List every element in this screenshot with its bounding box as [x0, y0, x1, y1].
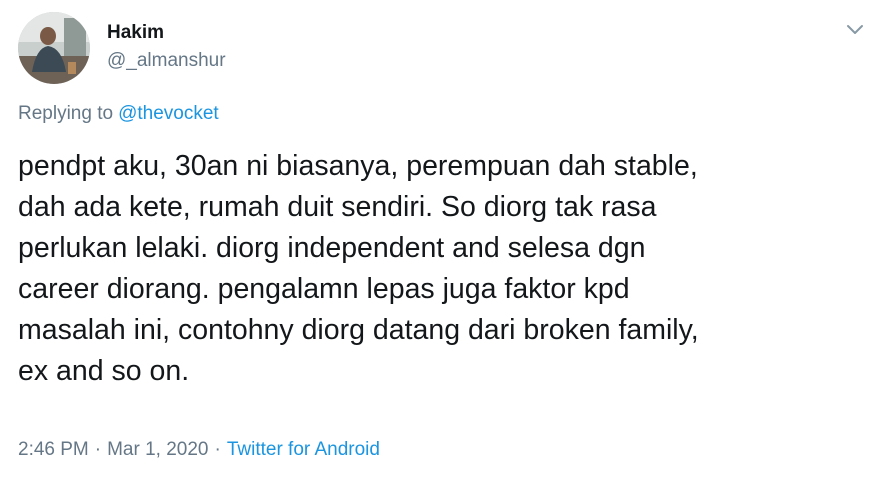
- tweet-text-line: perlukan lelaki. diorg independent and s…: [18, 232, 646, 264]
- replying-label: Replying to: [18, 103, 114, 124]
- user-handle[interactable]: @_almanshur: [107, 49, 226, 73]
- meta-separator: ·: [214, 439, 221, 460]
- tweet-text-line: pendpt aku, 30an ni biasanya, perempuan …: [18, 150, 698, 182]
- tweet-text-line: ex and so on.: [18, 355, 190, 387]
- tweet-text-line: masalah ini, contohny diorg datang dari …: [18, 314, 699, 346]
- tweet-source-link[interactable]: Twitter for Android: [227, 439, 380, 460]
- user-info: Hakim @_almanshur: [107, 21, 226, 73]
- avatar-photo: [18, 12, 90, 84]
- tweet-card: Hakim @_almanshur Replying to @thevocket …: [0, 0, 884, 485]
- replying-to: Replying to @thevocket: [18, 101, 219, 127]
- tweet-text: pendpt aku, 30an ni biasanya, perempuan …: [18, 146, 868, 392]
- chevron-down-icon[interactable]: [844, 18, 866, 40]
- display-name[interactable]: Hakim: [107, 21, 226, 45]
- avatar[interactable]: [18, 12, 90, 84]
- tweet-time[interactable]: 2:46 PM: [18, 439, 89, 460]
- meta-separator: ·: [94, 439, 102, 460]
- tweet-meta: 2:46 PM · Mar 1, 2020 · Twitter for Android: [18, 437, 380, 463]
- tweet-date[interactable]: Mar 1, 2020: [107, 439, 208, 460]
- tweet-text-line: career diorang. pengalamn lepas juga fak…: [18, 273, 630, 305]
- tweet-text-line: dah ada kete, rumah duit sendiri. So dio…: [18, 191, 657, 223]
- reply-target-link[interactable]: @thevocket: [118, 103, 219, 124]
